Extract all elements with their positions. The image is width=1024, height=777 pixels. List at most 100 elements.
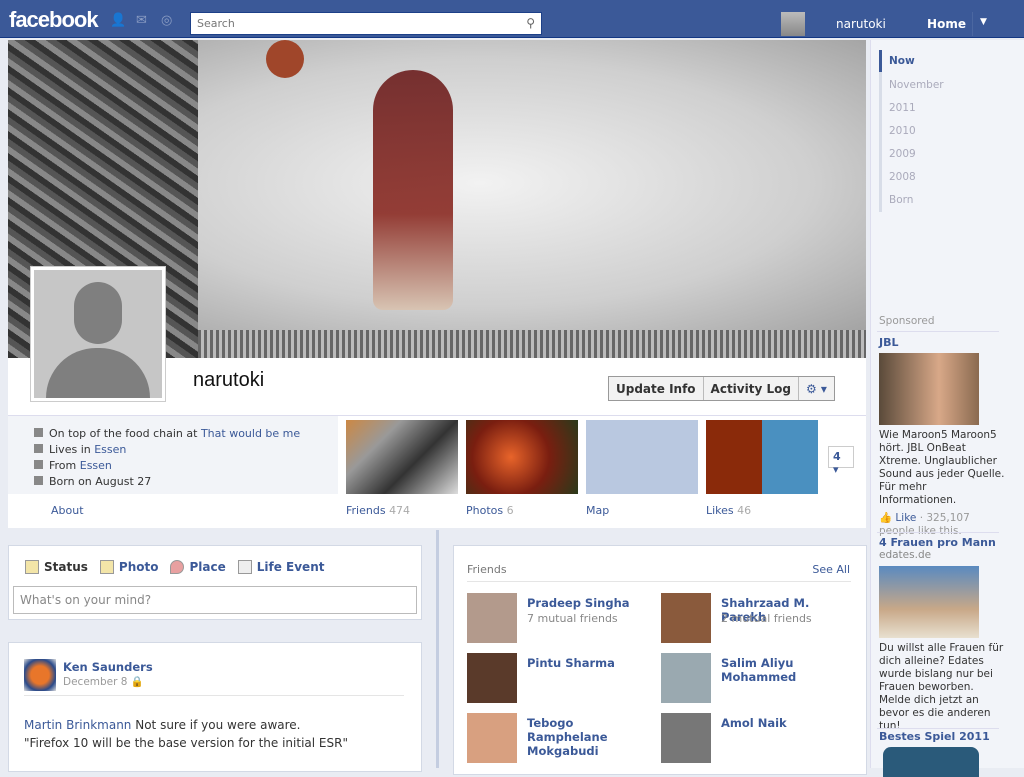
divider [877, 532, 999, 533]
tile-label: Map [586, 504, 610, 517]
tile-label: Friends [346, 504, 386, 517]
settings-gear-button[interactable]: ⚙ ▾ [799, 377, 834, 400]
profile-name[interactable]: narutoki [193, 369, 264, 392]
firefox-avatar[interactable] [24, 659, 56, 691]
more-apps-button[interactable]: 4 ▾ [828, 446, 854, 476]
search-input[interactable]: Search ⚲ [190, 12, 542, 35]
home-button[interactable]: Home [921, 12, 973, 36]
ad-image[interactable] [879, 353, 979, 425]
privacy-lock-icon[interactable]: 🔒 [131, 676, 144, 688]
friend-name[interactable]: Pradeep Singha [527, 596, 657, 610]
tab-place[interactable]: Place [170, 560, 226, 574]
ad-title[interactable]: 4 Frauen pro Mann [879, 536, 1005, 549]
map-tile-label[interactable]: Map [586, 504, 609, 517]
ad-edates[interactable]: 4 Frauen pro Mann edates.de Du willst al… [879, 536, 1005, 733]
mention-link[interactable]: Martin Brinkmann [24, 718, 131, 732]
tab-life-event[interactable]: Life Event [237, 560, 324, 574]
map-tile[interactable] [586, 420, 698, 494]
post-text-1: Not sure if you were aware. [131, 718, 301, 732]
tile-label: Photos [466, 504, 504, 517]
photos-tile-label[interactable]: Photos 6 [466, 504, 514, 517]
activity-log-button[interactable]: Activity Log [704, 377, 799, 400]
friends-tile-label[interactable]: Friends 474 [346, 504, 410, 517]
friend-photo[interactable] [661, 593, 711, 643]
ad-text: Wie Maroon5 Maroon5 hört. JBL OnBeat Xtr… [879, 429, 1005, 506]
friend-name[interactable]: Tebogo Ramphelane Mokgabudi [527, 716, 657, 758]
tab-photo[interactable]: Photo [99, 560, 159, 574]
photos-tile[interactable] [466, 420, 578, 494]
likes-tile[interactable] [706, 420, 818, 494]
composer-tabs: Status Photo Place Life Event [25, 560, 336, 574]
timeline-born[interactable]: Born [889, 194, 913, 206]
tab-label: Photo [118, 560, 159, 574]
like-label: Like [895, 512, 917, 524]
friend-item[interactable]: Salim Aliyu Mohammed [661, 653, 851, 705]
mutual-friends[interactable]: 2 mutual friends [721, 612, 812, 625]
timeline-now[interactable]: Now [889, 55, 915, 67]
friend-item[interactable]: Shahrzaad M. Parekh 2 mutual friends [661, 593, 851, 645]
friend-photo[interactable] [467, 713, 517, 763]
timeline-active-marker [879, 50, 882, 72]
post-text-2: "Firefox 10 will be the base version for… [24, 736, 348, 750]
timeline-2011[interactable]: 2011 [889, 102, 916, 114]
composer: Status Photo Place Life Event What's on … [8, 545, 422, 620]
friend-item[interactable]: Amol Naik [661, 713, 851, 765]
about-text: From [49, 459, 80, 472]
see-all-link[interactable]: See All [812, 563, 850, 576]
ad-like-button[interactable]: 👍 Like [879, 512, 916, 524]
friend-requests-icon[interactable]: 👤 [110, 13, 126, 28]
post-author[interactable]: Ken Saunders [63, 660, 153, 674]
work-line: On top of the food chain at That would b… [34, 427, 300, 440]
messages-icon[interactable]: ✉ [136, 13, 150, 28]
friends-tile[interactable] [346, 420, 458, 494]
tab-label: Place [189, 560, 226, 574]
timeline-2010[interactable]: 2010 [889, 125, 916, 137]
about-text: On top of the food chain at [49, 427, 201, 440]
about-text: Born on August 27 [49, 475, 152, 488]
timeline-2009[interactable]: 2009 [889, 148, 916, 160]
friend-name[interactable]: Amol Naik [721, 716, 851, 730]
profile-actions: Update Info Activity Log ⚙ ▾ [608, 376, 835, 401]
ad-title[interactable]: Bestes Spiel 2011 [879, 730, 1005, 743]
timeline-november[interactable]: November [889, 79, 944, 91]
profile-link[interactable]: narutoki [836, 17, 886, 31]
from-link[interactable]: Essen [80, 459, 112, 472]
timeline-scrubber-bar [879, 50, 882, 212]
ad-image[interactable] [879, 566, 979, 638]
friend-photo[interactable] [467, 593, 517, 643]
friend-photo[interactable] [661, 653, 711, 703]
update-info-button[interactable]: Update Info [609, 377, 704, 400]
lives-link[interactable]: Essen [94, 443, 126, 456]
work-link[interactable]: That would be me [201, 427, 300, 440]
account-menu-arrow-icon[interactable]: ▼ [980, 17, 987, 27]
divider [24, 695, 404, 696]
status-icon [25, 560, 39, 574]
friend-item[interactable]: Pradeep Singha 7 mutual friends [467, 593, 657, 645]
profile-picture[interactable] [30, 266, 166, 402]
friend-item[interactable]: Pintu Sharma [467, 653, 657, 705]
ad-title[interactable]: JBL [879, 336, 1005, 349]
about-text: Lives in [49, 443, 95, 456]
about-link[interactable]: About [51, 504, 84, 517]
divider [877, 331, 999, 332]
ad-game[interactable]: Bestes Spiel 2011 [879, 730, 1005, 777]
friend-photo[interactable] [661, 713, 711, 763]
tab-status[interactable]: Status [25, 560, 88, 574]
timeline-2008[interactable]: 2008 [889, 171, 916, 183]
avatar[interactable] [781, 12, 805, 36]
friend-name[interactable]: Pintu Sharma [527, 656, 657, 670]
notifications-icon[interactable]: ◎ [161, 13, 175, 28]
friend-photo[interactable] [467, 653, 517, 703]
facebook-logo[interactable]: facebook [9, 7, 99, 33]
mutual-friends[interactable]: 7 mutual friends [527, 612, 618, 625]
ad-jbl[interactable]: JBL Wie Maroon5 Maroon5 hört. JBL OnBeat… [879, 336, 1005, 538]
search-icon[interactable]: ⚲ [526, 16, 535, 30]
friend-item[interactable]: Tebogo Ramphelane Mokgabudi [467, 713, 657, 765]
home-icon [34, 444, 43, 453]
ad-image[interactable] [883, 747, 979, 777]
friend-name[interactable]: Salim Aliyu Mohammed [721, 656, 851, 684]
status-input[interactable]: What's on your mind? [13, 586, 417, 614]
photo-icon [99, 560, 114, 574]
post-date[interactable]: December 8 🔒 [63, 675, 144, 688]
likes-tile-label[interactable]: Likes 46 [706, 504, 751, 517]
